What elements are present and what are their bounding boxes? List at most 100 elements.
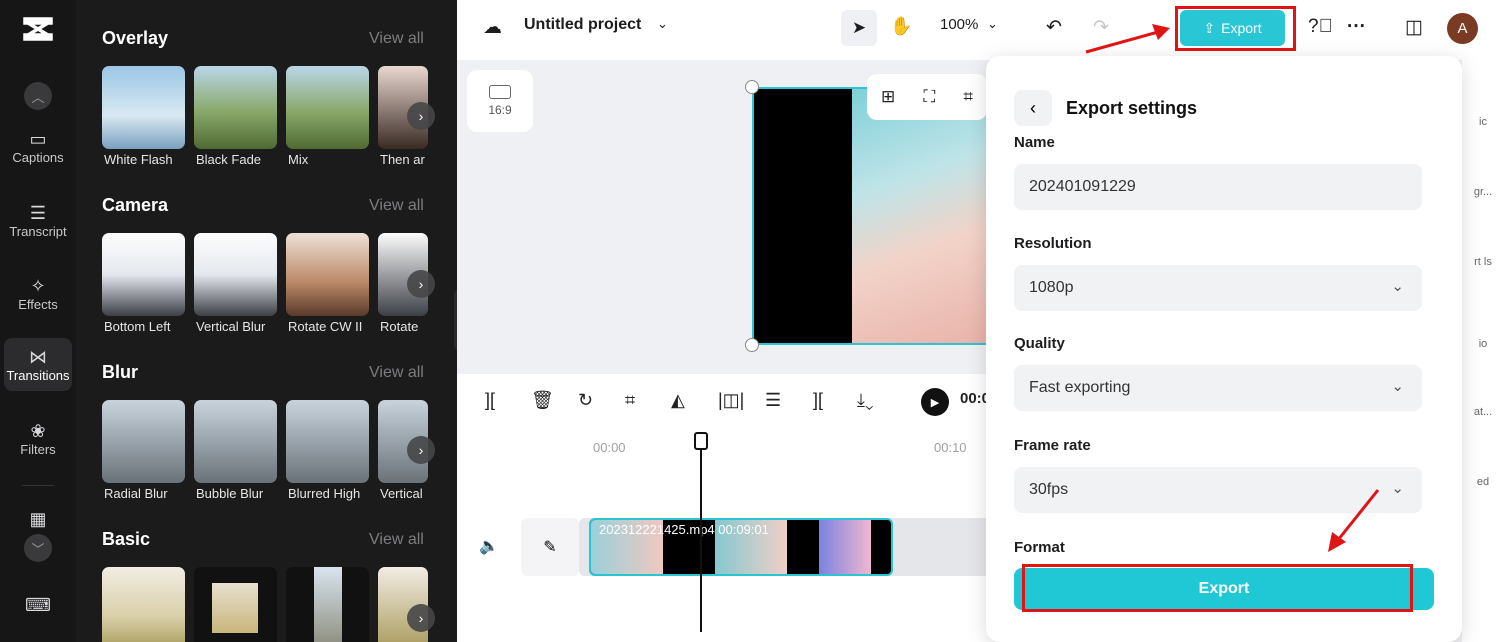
section-title-overlay: Overlay: [102, 28, 169, 48]
left-rail: ︿ ▭ Captions ☰ Transcript ✧ Effects ⋈ Transi…: [0, 0, 76, 642]
scroll-up-button[interactable]: ︿: [24, 82, 52, 110]
aspect-ratio-button[interactable]: 16:9: [467, 70, 533, 132]
speed-icon[interactable]: ↻: [578, 390, 593, 411]
replace-icon[interactable]: ⊞: [881, 87, 895, 107]
redo-icon[interactable]: ↷: [1093, 16, 1109, 39]
name-field[interactable]: 202401091229: [1014, 164, 1422, 210]
transition-thumb[interactable]: [102, 66, 185, 149]
transition-thumb[interactable]: [286, 400, 369, 483]
crop-tool-icon[interactable]: ⌗: [625, 390, 635, 411]
rail-item-effects[interactable]: ✧ Effects: [0, 275, 76, 312]
right-sidebar-item[interactable]: at...: [1462, 406, 1504, 418]
right-sidebar-item[interactable]: rt ls: [1462, 256, 1504, 268]
next-arrow-button[interactable]: ›: [407, 436, 435, 464]
rail-item-filters[interactable]: ❀ Filters: [0, 420, 76, 457]
volume-icon[interactable]: 🔈: [479, 536, 499, 556]
rail-item-keyboard[interactable]: ⌨: [0, 594, 76, 616]
cloud-icon[interactable]: ☁: [483, 16, 502, 39]
framerate-label: Frame rate: [1014, 437, 1091, 454]
timeline-toolbar: ][ 🗑 ↻ ⌗ ◭ |◫| ☰ ][ ⤓⌄ ▶ 00:0: [457, 374, 997, 430]
rail-divider: [22, 485, 54, 486]
transition-thumb[interactable]: [194, 233, 277, 316]
rail-item-captions[interactable]: ▭ Captions: [0, 128, 76, 165]
quality-select[interactable]: Fast exporting ⌄: [1014, 365, 1422, 411]
grid-icon: ▦: [29, 509, 47, 529]
transition-thumb[interactable]: [286, 66, 369, 149]
help-icon[interactable]: ?⃝: [1308, 16, 1333, 38]
next-arrow-button[interactable]: ›: [407, 604, 435, 632]
transition-thumb[interactable]: [102, 567, 185, 642]
right-sidebar: ic gr... rt ls io at... ed: [1462, 60, 1504, 642]
clip-label: 202312221425.mp4 00:09:01: [599, 522, 769, 537]
name-label: Name: [1014, 134, 1055, 151]
flip-icon[interactable]: ◭: [671, 390, 685, 411]
effects-icon: ✧: [30, 276, 46, 296]
framerate-select[interactable]: 30fps ⌄: [1014, 467, 1422, 513]
avatar[interactable]: A: [1447, 13, 1478, 44]
preview-canvas[interactable]: [752, 87, 997, 345]
chevron-down-icon: ⌄: [1391, 480, 1404, 497]
fit-icon[interactable]: ⛶: [923, 87, 935, 107]
time-tick: 00:00: [593, 440, 626, 455]
trim-icon[interactable]: |◫|: [718, 390, 744, 411]
transcript-tool-icon[interactable]: ☰: [765, 390, 781, 411]
rail-item-apps[interactable]: ▦: [0, 508, 76, 530]
resize-handle[interactable]: [745, 80, 759, 94]
right-sidebar-item[interactable]: gr...: [1462, 186, 1504, 198]
chevron-down-icon[interactable]: ⌄: [657, 16, 668, 32]
transitions-icon: ⋈: [29, 347, 47, 367]
zoom-level[interactable]: 100%: [940, 16, 978, 33]
more-icon[interactable]: ···: [1347, 16, 1366, 38]
resize-handle[interactable]: [745, 338, 759, 352]
view-all-link[interactable]: View all: [369, 197, 424, 215]
scroll-down-button[interactable]: ﹀: [24, 534, 52, 562]
hand-tool-icon[interactable]: ✋: [890, 16, 912, 37]
transition-thumb[interactable]: [194, 400, 277, 483]
back-button[interactable]: ‹: [1014, 90, 1052, 126]
transition-thumb[interactable]: [286, 567, 369, 642]
download-icon[interactable]: ⤓⌄: [857, 390, 873, 411]
transition-thumb[interactable]: [286, 233, 369, 316]
right-sidebar-item[interactable]: ed: [1462, 476, 1504, 488]
view-all-link[interactable]: View all: [369, 364, 424, 382]
split-icon[interactable]: ][: [485, 390, 495, 411]
zoom-chevron-icon[interactable]: ⌄: [987, 16, 998, 32]
rail-item-transitions[interactable]: ⋈ Transitions: [4, 338, 72, 391]
delete-icon[interactable]: 🗑: [531, 390, 554, 411]
video-clip[interactable]: 202312221425.mp4 00:09:01: [589, 518, 893, 576]
select-tool-button[interactable]: ➤: [841, 10, 877, 46]
highlight-box: [1022, 564, 1413, 612]
keyboard-icon: ⌨: [25, 595, 51, 615]
rail-item-transcript[interactable]: ☰ Transcript: [0, 202, 76, 239]
transition-thumb[interactable]: [194, 66, 277, 149]
transition-thumb[interactable]: [194, 567, 277, 642]
resolution-select[interactable]: 1080p ⌄: [1014, 265, 1422, 311]
undo-icon[interactable]: ↶: [1046, 16, 1062, 39]
timeline[interactable]: 00:00 00:10 🔈 ✎ 202312221425.mp4 00:09:0…: [457, 430, 999, 642]
transition-label: Radial Blur: [104, 486, 168, 501]
highlight-box: [1175, 6, 1296, 51]
view-all-link[interactable]: View all: [369, 531, 424, 549]
edit-track-button[interactable]: ✎: [521, 518, 579, 576]
freeze-icon[interactable]: ][: [813, 390, 823, 411]
layout-icon[interactable]: ◫: [1405, 16, 1423, 39]
section-title-blur: Blur: [102, 362, 138, 382]
transitions-panel: Overlay View all › White Flash Black Fad…: [76, 0, 457, 642]
next-arrow-button[interactable]: ›: [407, 102, 435, 130]
view-all-link[interactable]: View all: [369, 30, 424, 48]
project-name[interactable]: Untitled project: [524, 16, 641, 34]
transition-label: Blurred High: [288, 486, 361, 501]
playhead[interactable]: [694, 432, 708, 632]
transition-thumb[interactable]: [102, 233, 185, 316]
transition-label: Mix: [288, 152, 309, 167]
transition-label: Then ar: [380, 152, 425, 167]
transition-thumb[interactable]: [102, 400, 185, 483]
right-sidebar-item[interactable]: ic: [1462, 116, 1504, 128]
play-button[interactable]: ▶: [921, 388, 949, 416]
right-sidebar-item[interactable]: io: [1462, 338, 1504, 350]
preview-image: [852, 89, 995, 343]
resolution-label: Resolution: [1014, 235, 1092, 252]
next-arrow-button[interactable]: ›: [407, 270, 435, 298]
transition-label: Rotate CW II: [288, 319, 363, 334]
crop-icon[interactable]: ⌗: [963, 87, 973, 107]
